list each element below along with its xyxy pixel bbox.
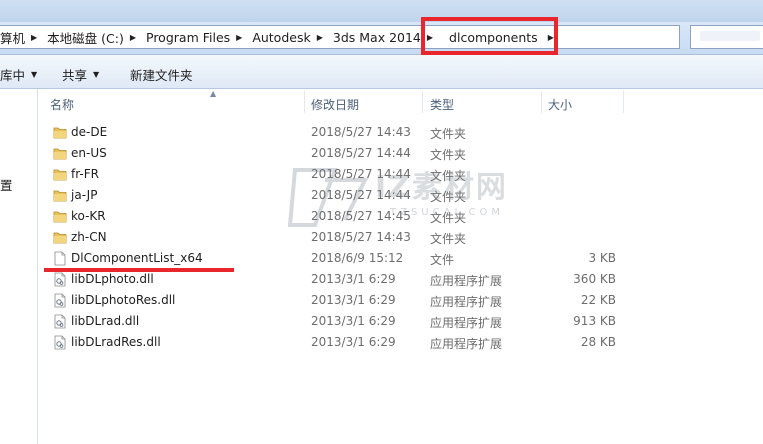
file-name: en-US <box>71 146 107 160</box>
file-date: 2018/6/9 15:12 <box>311 251 404 265</box>
window-title-bar <box>0 0 763 22</box>
file-row[interactable]: en-US 2018/5/27 14:44 文件夹 <box>38 143 763 164</box>
share-label: 共享 <box>62 68 88 83</box>
column-header-name[interactable]: 名称 <box>50 96 74 113</box>
folder-icon <box>53 188 67 203</box>
file-name: zh-CN <box>71 230 107 244</box>
file-name: fr-FR <box>71 167 99 181</box>
file-size: 22 KB <box>580 293 616 307</box>
file-name: libDLradRes.dll <box>71 335 161 349</box>
watermark-subtext: TZSUCAI.COM <box>390 207 505 218</box>
folder-icon <box>53 167 67 182</box>
chevron-down-icon: ▼ <box>31 70 38 79</box>
breadcrumb-item-computer[interactable]: 算机 ▶ <box>0 26 43 48</box>
file-name: libDLrad.dll <box>71 314 140 328</box>
file-row[interactable]: libDLrad.dll 2013/3/1 6:29 应用程序扩展 913 KB <box>38 311 763 332</box>
file-name: libDLphoto.dll <box>71 272 154 286</box>
file-row[interactable]: libDLphoto.dll 2013/3/1 6:29 应用程序扩展 360 KB <box>38 269 763 290</box>
file-name: de-DE <box>71 125 108 139</box>
file-type: 应用程序扩展 <box>430 337 503 351</box>
dll-file-icon <box>53 272 67 287</box>
breadcrumb-arrow-icon[interactable]: ▶ <box>128 33 142 42</box>
file-date: 2013/3/1 6:29 <box>311 293 396 307</box>
dll-file-icon <box>53 314 67 329</box>
file-type: 文件夹 <box>430 127 467 141</box>
sort-ascending-icon: ▲ <box>210 89 217 98</box>
file-size: 913 KB <box>573 314 616 328</box>
breadcrumb-arrow-icon[interactable]: ▶ <box>315 33 329 42</box>
chevron-down-icon: ▼ <box>93 70 100 79</box>
file-row[interactable]: zh-CN 2018/5/27 14:43 文件夹 <box>38 227 763 248</box>
breadcrumb-label: Autodesk <box>252 29 311 45</box>
file-type: 应用程序扩展 <box>430 274 503 288</box>
breadcrumb-label: 3ds Max 2014 <box>332 29 421 45</box>
watermark-text: IZ素材网 <box>375 170 508 205</box>
file-size: 3 KB <box>588 251 616 265</box>
file-date: 2013/3/1 6:29 <box>311 314 396 328</box>
column-header-row: ▲ 名称 修改日期 类型 大小 <box>38 89 763 115</box>
dll-file-icon <box>53 335 67 350</box>
search-hint-icon <box>700 31 760 41</box>
column-header-size[interactable]: 大小 <box>548 96 572 113</box>
command-toolbar: 库中 ▼ 共享 ▼ 新建文件夹 <box>0 55 763 89</box>
folder-icon <box>53 125 67 140</box>
column-divider[interactable] <box>304 91 305 113</box>
file-name: DlComponentList_x64 <box>71 251 203 265</box>
column-header-type[interactable]: 类型 <box>430 96 454 113</box>
file-date: 2018/5/27 14:44 <box>311 146 411 160</box>
folder-icon <box>53 230 67 245</box>
breadcrumb-arrow-icon[interactable]: ▶ <box>234 33 248 42</box>
file-type: 应用程序扩展 <box>430 295 503 309</box>
file-row[interactable]: de-DE 2018/5/27 14:43 文件夹 <box>38 122 763 143</box>
file-type: 文件 <box>430 253 455 267</box>
file-icon <box>53 251 67 266</box>
file-row[interactable]: DlComponentList_x64 2018/6/9 15:12 文件 3 KB <box>38 248 763 269</box>
column-divider[interactable] <box>541 91 542 113</box>
file-type: 文件夹 <box>430 232 467 246</box>
column-header-date[interactable]: 修改日期 <box>311 96 359 113</box>
file-name: ko-KR <box>71 209 106 223</box>
file-list: de-DE 2018/5/27 14:43 文件夹 en-US 2018/5/27 14… <box>38 122 763 353</box>
nav-item-partial-label[interactable]: 置 <box>0 175 13 194</box>
dll-file-icon <box>53 293 67 308</box>
file-row[interactable]: libDLradRes.dll 2013/3/1 6:29 应用程序扩展 28 KB <box>38 332 763 353</box>
new-folder-label: 新建文件夹 <box>130 68 193 83</box>
file-row[interactable]: libDLphotoRes.dll 2013/3/1 6:29 应用程序扩展 22 K… <box>38 290 763 311</box>
breadcrumb-label: 本地磁盘 (C:) <box>47 30 124 46</box>
address-bar[interactable]: 算机 ▶ 本地磁盘 (C:) ▶ Program Files ▶ Autodes… <box>0 25 680 49</box>
file-name: libDLphotoRes.dll <box>71 293 176 307</box>
file-name: ja-JP <box>71 188 98 202</box>
breadcrumb-arrow-icon[interactable]: ▶ <box>29 33 43 42</box>
include-in-library-label: 库中 <box>0 68 26 83</box>
file-size: 360 KB <box>573 272 616 286</box>
folder-icon <box>53 146 67 161</box>
breadcrumb-label: 算机 <box>0 30 26 46</box>
breadcrumb-item-program-files[interactable]: Program Files ▶ <box>142 26 248 48</box>
column-divider[interactable] <box>422 91 423 113</box>
annotation-highlight-box <box>421 17 558 55</box>
file-date: 2018/5/27 14:43 <box>311 230 411 244</box>
column-divider[interactable] <box>623 91 624 113</box>
include-in-library-button[interactable]: 库中 ▼ <box>0 65 37 84</box>
breadcrumb-label: Program Files <box>146 29 231 45</box>
breadcrumb-item-local-disk[interactable]: 本地磁盘 (C:) ▶ <box>43 26 142 48</box>
new-folder-button[interactable]: 新建文件夹 <box>130 65 193 84</box>
share-button[interactable]: 共享 ▼ <box>62 65 99 84</box>
annotation-underline <box>44 268 234 272</box>
file-date: 2018/5/27 14:43 <box>311 125 411 139</box>
file-size: 28 KB <box>580 335 616 349</box>
file-type: 文件夹 <box>430 148 467 162</box>
file-date: 2013/3/1 6:29 <box>311 272 396 286</box>
file-type: 应用程序扩展 <box>430 316 503 330</box>
navigation-pane[interactable]: 置 <box>0 89 38 444</box>
breadcrumb-item-autodesk[interactable]: Autodesk ▶ <box>248 26 329 48</box>
file-date: 2013/3/1 6:29 <box>311 335 396 349</box>
folder-icon <box>53 209 67 224</box>
